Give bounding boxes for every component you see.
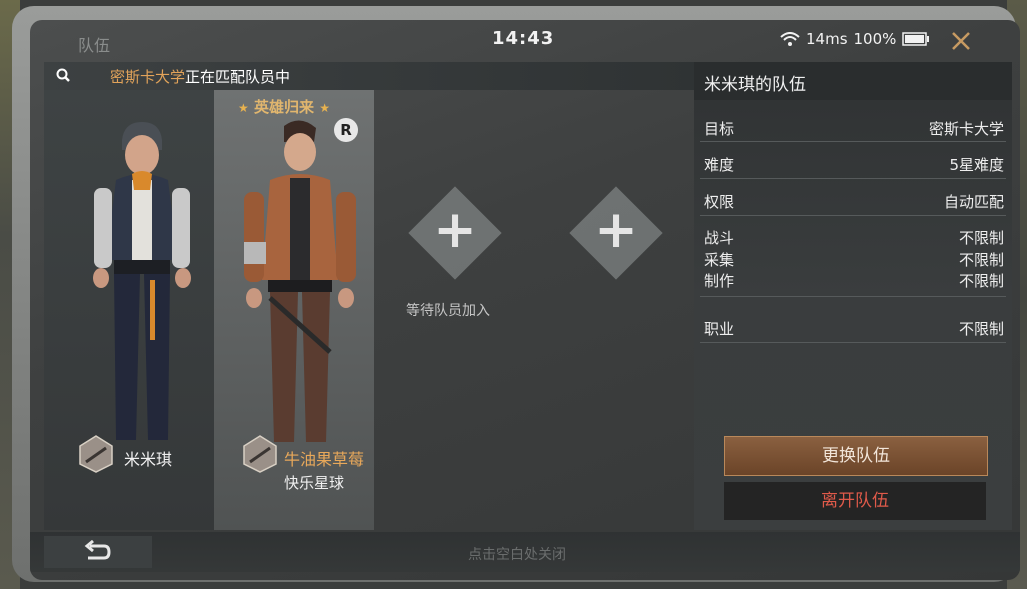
- divider: [700, 141, 1006, 142]
- row-label: 战斗: [704, 229, 735, 247]
- row-value: 不限制: [958, 320, 1004, 338]
- character-model-2: [244, 120, 356, 442]
- row-value: 不限制: [958, 272, 1004, 290]
- row-value: 不限制: [958, 229, 1004, 247]
- close-icon: [952, 32, 970, 50]
- member-name-1: 米米琪: [124, 450, 173, 469]
- back-arrow-icon: [84, 540, 111, 560]
- team-screen: 队伍 14:43 14ms 100% 密斯卡大学正在匹配队员中 米米琪 ★ 英雄…: [30, 20, 1020, 580]
- divider: [700, 215, 1006, 216]
- team-info-panel: 米米琪的队伍 目标 密斯卡大学 难度 5星难度 权限 自动匹配 战斗 不限制 采集 不限制…: [694, 62, 1012, 530]
- row-value: 自动匹配: [943, 193, 1004, 211]
- change-team-button[interactable]: 更换队伍: [724, 436, 988, 476]
- ping-value: 14ms: [806, 30, 848, 48]
- match-target: 密斯卡大学: [110, 68, 186, 86]
- divider: [700, 342, 1006, 343]
- search-icon: [56, 68, 70, 82]
- tap-to-close-hint[interactable]: 点击空白处关闭: [468, 544, 566, 564]
- row-value: 密斯卡大学: [928, 120, 1004, 138]
- waiting-text: 等待队员加入: [406, 303, 490, 319]
- member-slot-2[interactable]: ★ 英雄归来 ★ R 牛油果草莓 快乐星球: [214, 90, 374, 530]
- info-row-permission: 权限 自动匹配: [704, 191, 1004, 212]
- member-subtitle-2: 快乐星球: [284, 474, 345, 492]
- member-slot-1[interactable]: 米米琪: [44, 90, 214, 530]
- status-area: 14ms 100%: [780, 30, 930, 48]
- panel-header: 米米琪的队伍: [694, 62, 1012, 100]
- info-row-class: 职业 不限制: [704, 318, 1004, 339]
- info-row-target: 目标 密斯卡大学: [704, 118, 1004, 139]
- row-label: 制作: [704, 272, 735, 290]
- character-model-1: [93, 122, 191, 440]
- match-status-text: 密斯卡大学正在匹配队员中: [110, 66, 290, 87]
- row-label: 难度: [704, 156, 735, 174]
- row-label: 权限: [704, 193, 735, 211]
- info-row-combat: 战斗 不限制: [704, 227, 1004, 248]
- top-bar: 队伍 14:43 14ms 100%: [30, 20, 1020, 60]
- leave-team-button[interactable]: 离开队伍: [724, 482, 986, 520]
- team-title: 米米琪的队伍: [704, 75, 806, 95]
- row-label: 采集: [704, 251, 735, 269]
- rank-icon: [243, 435, 277, 473]
- row-value: 5星难度: [949, 156, 1004, 174]
- bottom-bar: 点击空白处关闭: [30, 532, 1020, 572]
- divider: [700, 296, 1006, 297]
- row-label: 目标: [704, 120, 735, 138]
- row-label: 职业: [704, 320, 735, 338]
- plus-icon: +: [594, 200, 638, 260]
- back-button[interactable]: [44, 536, 152, 568]
- divider: [700, 178, 1006, 179]
- match-status: 正在匹配队员中: [185, 68, 291, 86]
- clock: 14:43: [492, 28, 555, 49]
- close-button[interactable]: [942, 24, 980, 58]
- device-frame: 队伍 14:43 14ms 100% 密斯卡大学正在匹配队员中 米米琪 ★ 英雄…: [12, 6, 1020, 582]
- rank-icon: [79, 435, 113, 473]
- plus-icon: +: [433, 200, 477, 260]
- screen-title: 队伍: [78, 36, 111, 55]
- info-row-craft: 制作 不限制: [704, 270, 1004, 291]
- info-row-difficulty: 难度 5星难度: [704, 154, 1004, 175]
- battery-value: 100%: [853, 30, 897, 48]
- match-status-bar: 密斯卡大学正在匹配队员中: [44, 62, 694, 90]
- info-row-gather: 采集 不限制: [704, 249, 1004, 270]
- row-value: 不限制: [958, 251, 1004, 269]
- battery-icon: [902, 32, 930, 46]
- member-name-2: 牛油果草莓: [284, 450, 365, 469]
- wifi-icon: [780, 32, 800, 46]
